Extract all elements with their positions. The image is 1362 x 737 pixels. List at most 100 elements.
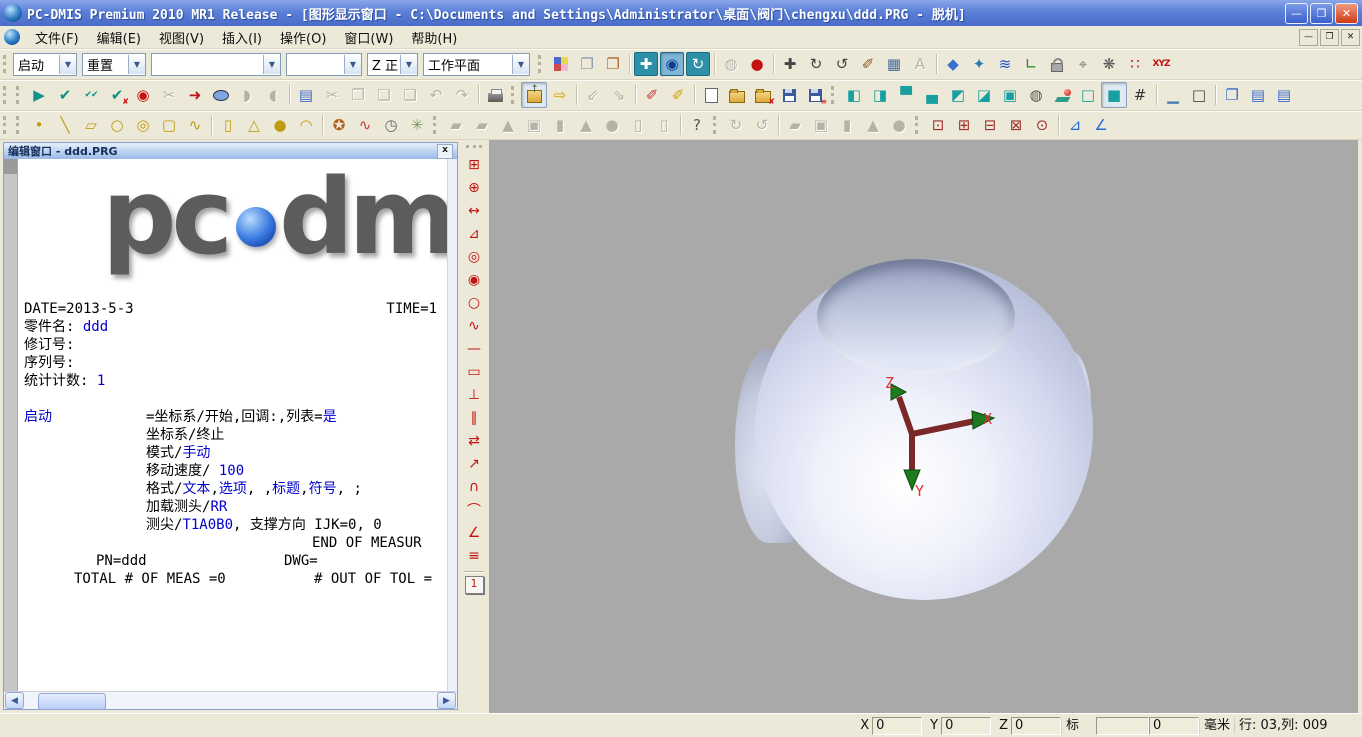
text-mode-icon[interactable]: A bbox=[907, 51, 933, 77]
scan-loop-icon[interactable]: ↻ bbox=[723, 112, 749, 138]
stop-icon[interactable]: ◉ bbox=[130, 82, 156, 108]
gdt-surface-profile-icon[interactable]: ∩ bbox=[461, 475, 487, 498]
auto-plane-icon[interactable]: ▰ bbox=[782, 112, 808, 138]
auto-circle-icon[interactable]: ▣ bbox=[808, 112, 834, 138]
measured-line-icon[interactable]: ╲ bbox=[52, 112, 78, 138]
measured-stud-icon[interactable]: ◎ bbox=[130, 112, 156, 138]
gdt-circularity-icon[interactable]: ○ bbox=[461, 291, 487, 314]
child-minimize-button[interactable]: — bbox=[1299, 29, 1318, 46]
edit-summary-icon[interactable]: ▤ bbox=[293, 82, 319, 108]
gdt-page-indicator[interactable]: 1 bbox=[465, 576, 484, 594]
report-list-icon[interactable]: ▤ bbox=[1245, 82, 1271, 108]
grid-icon[interactable]: # bbox=[1127, 82, 1153, 108]
measured-surface-icon[interactable]: ◠ bbox=[293, 112, 319, 138]
measured-point-icon[interactable]: • bbox=[26, 112, 52, 138]
scan-loop2-icon[interactable]: ↺ bbox=[749, 112, 775, 138]
breakpoint-margin[interactable] bbox=[4, 159, 18, 691]
rotate-2d-icon[interactable]: ↻ bbox=[803, 51, 829, 77]
measured-cone-icon[interactable]: △ bbox=[241, 112, 267, 138]
view-cube-top-icon[interactable]: ▀ bbox=[893, 82, 919, 108]
gdt-profile-curve-icon[interactable]: ∿ bbox=[461, 314, 487, 337]
auto-cylinder-icon[interactable]: ▮ bbox=[834, 112, 860, 138]
gdt-perpendicularity-icon[interactable]: ⊥ bbox=[461, 383, 487, 406]
clock-gauge-icon[interactable]: ◷ bbox=[378, 112, 404, 138]
menu-help[interactable]: 帮助(H) bbox=[402, 26, 466, 49]
view-cube-bottom-icon[interactable]: ▄ bbox=[919, 82, 945, 108]
dim-distance-icon[interactable]: ⊞ bbox=[951, 112, 977, 138]
compass-gauge-icon[interactable]: ✪ bbox=[326, 112, 352, 138]
measured-slot-icon[interactable]: ▢ bbox=[156, 112, 182, 138]
restore-graphics-icon[interactable]: □ bbox=[1186, 82, 1212, 108]
marker-yellow-icon[interactable]: ✐ bbox=[665, 82, 691, 108]
view-cube-right-icon[interactable]: ◪ bbox=[971, 82, 997, 108]
workplane-combo[interactable]: 工作平面▼ bbox=[423, 53, 530, 76]
probe-enable-icon[interactable] bbox=[521, 82, 547, 108]
report-window-icon[interactable]: ❐ bbox=[574, 51, 600, 77]
skip-icon[interactable]: ✂ bbox=[156, 82, 182, 108]
gdt-runout-icon[interactable]: ↗ bbox=[461, 452, 487, 475]
constructed-pyramid-icon[interactable]: ▲ bbox=[495, 112, 521, 138]
gray-tool-icon[interactable]: ◗ bbox=[234, 82, 260, 108]
view-cube-left-icon[interactable]: ◩ bbox=[945, 82, 971, 108]
chevron-down-icon[interactable]: ▼ bbox=[59, 55, 76, 74]
auto-ellipse-icon[interactable]: ● bbox=[886, 112, 912, 138]
gdt-symmetry-icon[interactable]: ≡ bbox=[461, 544, 487, 567]
execute-icon[interactable]: ▶ bbox=[26, 82, 52, 108]
help-icon[interactable]: ? bbox=[684, 112, 710, 138]
chevron-down-icon[interactable]: ▼ bbox=[512, 55, 529, 74]
close-button[interactable]: ✕ bbox=[1335, 3, 1358, 24]
close-file-icon[interactable]: ✘ bbox=[750, 82, 776, 108]
view-cube-iso-icon[interactable]: ▣ bbox=[997, 82, 1023, 108]
program-editor[interactable]: pc dm DATE=2013-5-3TIME=1零件名: ddd修订号:序列号… bbox=[18, 159, 447, 691]
menu-view[interactable]: 视图(V) bbox=[150, 26, 213, 49]
measured-curve-icon[interactable]: ∿ bbox=[182, 112, 208, 138]
probe-pen-icon[interactable]: ✐ bbox=[855, 51, 881, 77]
chevron-down-icon[interactable]: ▼ bbox=[128, 55, 145, 74]
rotate-3d-icon[interactable]: ↺ bbox=[829, 51, 855, 77]
menu-operation[interactable]: 操作(O) bbox=[271, 26, 335, 49]
gdt-parallelism-icon[interactable]: ∥ bbox=[461, 406, 487, 429]
goto-next-icon[interactable]: ⇨ bbox=[547, 82, 573, 108]
gdt-angularity-icon[interactable]: ∠ bbox=[461, 521, 487, 544]
window-cascade-icon[interactable]: ❐ bbox=[1219, 82, 1245, 108]
wire-globe-icon[interactable]: ◍ bbox=[718, 51, 744, 77]
level-plane-icon[interactable]: ⊿ bbox=[1062, 112, 1088, 138]
constructed-plane-icon[interactable]: ▰ bbox=[443, 112, 469, 138]
constructed-circle-icon[interactable]: ▣ bbox=[521, 112, 547, 138]
undo-icon[interactable]: ↶ bbox=[423, 82, 449, 108]
edit-close-icon[interactable]: x bbox=[437, 144, 453, 159]
minimize-graphics-icon[interactable]: ▁ bbox=[1160, 82, 1186, 108]
child-restore-button[interactable]: ❐ bbox=[1320, 29, 1339, 46]
cancel-execute-icon[interactable]: ✔✘ bbox=[104, 82, 130, 108]
gdt-symmetry-arrows-icon[interactable]: ⇄ bbox=[461, 429, 487, 452]
menu-file[interactable]: 文件(F) bbox=[26, 26, 88, 49]
constructed-square-icon[interactable]: ▯ bbox=[625, 112, 651, 138]
gage-icon[interactable]: ⌖ bbox=[1070, 51, 1096, 77]
constructed-cone-icon[interactable]: ▲ bbox=[573, 112, 599, 138]
dim-diameter-icon[interactable]: ⊠ bbox=[1003, 112, 1029, 138]
new-file-icon[interactable] bbox=[698, 82, 724, 108]
constructed-plane2-icon[interactable]: ▰ bbox=[469, 112, 495, 138]
open-file-icon[interactable] bbox=[724, 82, 750, 108]
probe-tip-combo[interactable]: ▼ bbox=[286, 53, 362, 76]
graphics-viewport[interactable]: X Y Z bbox=[489, 140, 1362, 713]
wire-cube-icon[interactable]: □ bbox=[1075, 82, 1101, 108]
pan-view-icon[interactable]: ✚ bbox=[634, 52, 658, 76]
ellipse-tool-icon[interactable] bbox=[208, 82, 234, 108]
report-template-icon[interactable]: ❐ bbox=[600, 51, 626, 77]
jump-arrow2-icon[interactable]: ⇘ bbox=[606, 82, 632, 108]
wire-sphere-icon[interactable]: ◍ bbox=[1023, 82, 1049, 108]
marker-red-icon[interactable]: ✐ bbox=[639, 82, 665, 108]
solid-cube-icon[interactable]: ■ bbox=[1101, 82, 1127, 108]
child-close-button[interactable]: ✕ bbox=[1341, 29, 1360, 46]
restore-button[interactable]: ❐ bbox=[1310, 3, 1333, 24]
layers-icon[interactable]: ≋ bbox=[992, 51, 1018, 77]
view-setup-icon[interactable] bbox=[548, 51, 574, 77]
save-as-icon[interactable]: ≡ bbox=[802, 82, 828, 108]
edit-horizontal-scrollbar[interactable]: ◀ ▶ bbox=[4, 691, 457, 709]
edit-window-titlebar[interactable]: 编辑窗口 - ddd.PRG x bbox=[4, 143, 457, 159]
probe-toggle-icon[interactable]: ✦ bbox=[966, 51, 992, 77]
gdt-line-profile-icon[interactable]: ⌒ bbox=[461, 498, 487, 521]
menu-insert[interactable]: 插入(I) bbox=[213, 26, 271, 49]
view-combo[interactable]: Z 正▼ bbox=[367, 53, 418, 76]
